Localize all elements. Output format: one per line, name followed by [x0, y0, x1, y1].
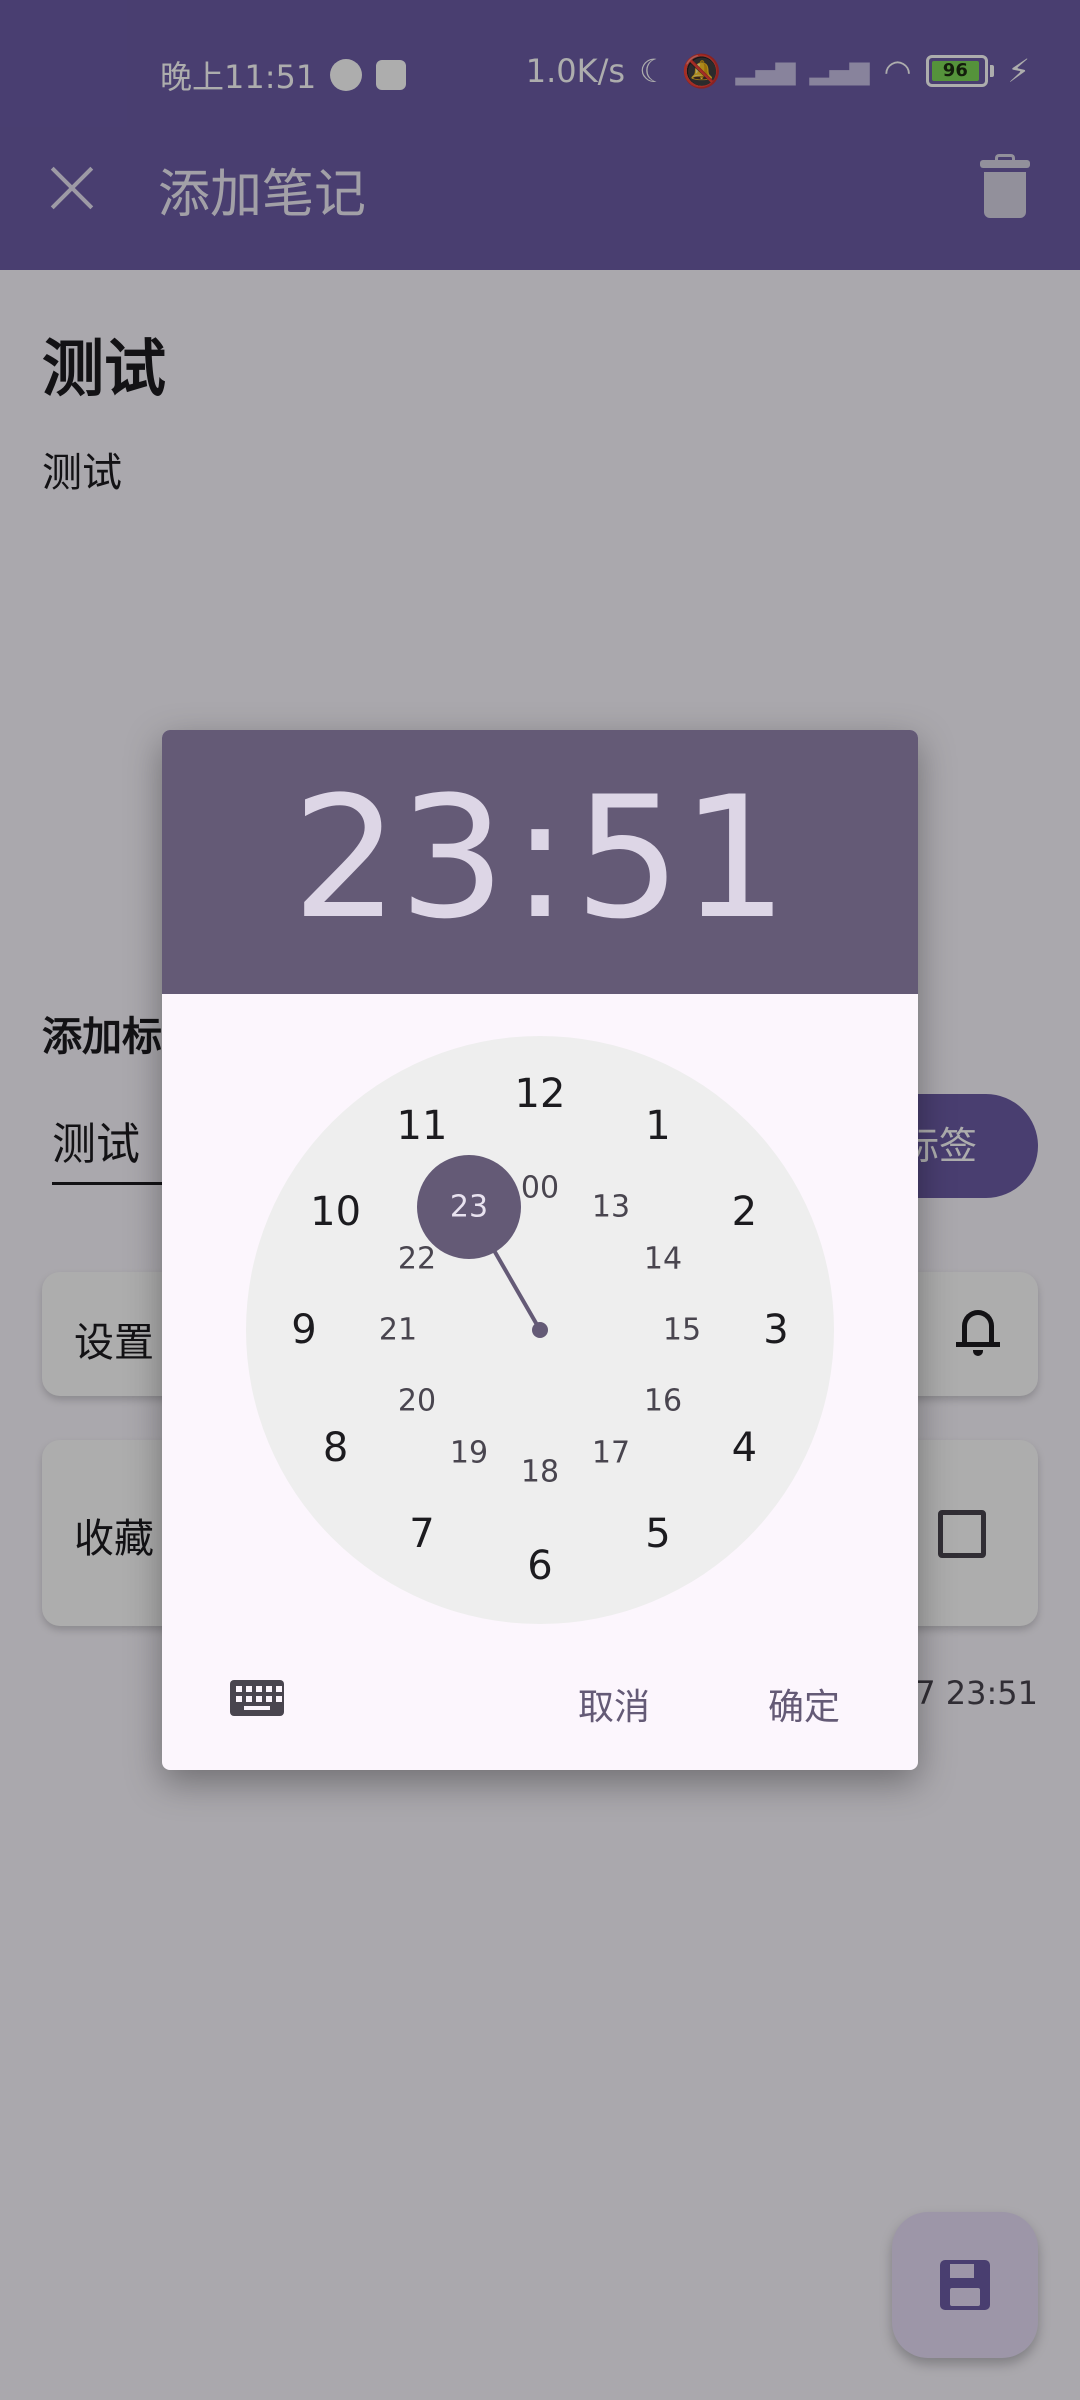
clock-number-00[interactable]: 00 — [500, 1171, 580, 1206]
clock-number-16[interactable]: 16 — [623, 1384, 703, 1419]
clock-number-22[interactable]: 22 — [377, 1242, 457, 1277]
clock-number-17[interactable]: 17 — [571, 1435, 651, 1470]
ok-button[interactable]: 确定 — [756, 1670, 852, 1738]
clock-number-5[interactable]: 5 — [618, 1511, 698, 1557]
clock-number-13[interactable]: 13 — [571, 1190, 651, 1225]
time-picker-header: 23:51 — [162, 730, 918, 994]
cancel-button[interactable]: 取消 — [566, 1670, 662, 1738]
time-display: 23:51 — [162, 768, 918, 948]
minute-display[interactable]: 51 — [574, 768, 788, 948]
clock-number-6[interactable]: 6 — [500, 1543, 580, 1589]
clock-number-9[interactable]: 9 — [264, 1307, 344, 1353]
time-picker-dialog: 23:51 12 1 2 3 4 5 6 7 8 9 10 11 00 13 14 15 16 17 18 19 20 2… — [162, 730, 918, 1770]
clock-number-7[interactable]: 7 — [382, 1511, 462, 1557]
clock-number-2[interactable]: 2 — [704, 1189, 784, 1235]
clock-number-1[interactable]: 1 — [618, 1103, 698, 1149]
clock-number-12[interactable]: 12 — [500, 1071, 580, 1117]
clock-number-11[interactable]: 11 — [382, 1103, 462, 1149]
hour-display[interactable]: 23 — [292, 768, 506, 948]
time-colon: : — [511, 760, 569, 956]
clock-number-4[interactable]: 4 — [704, 1425, 784, 1471]
clock-number-15[interactable]: 15 — [642, 1313, 722, 1348]
clock-number-19[interactable]: 19 — [429, 1435, 509, 1470]
clock-number-10[interactable]: 10 — [296, 1189, 376, 1235]
clock-number-20[interactable]: 20 — [377, 1384, 457, 1419]
clock-number-18[interactable]: 18 — [500, 1455, 580, 1490]
clock-number-23[interactable]: 23 — [429, 1190, 509, 1225]
clock-number-21[interactable]: 21 — [358, 1313, 438, 1348]
clock-number-14[interactable]: 14 — [623, 1242, 703, 1277]
clock-center — [532, 1322, 548, 1338]
clock-face[interactable]: 12 1 2 3 4 5 6 7 8 9 10 11 00 13 14 15 16 17 18 19 20 21 22 23 — [246, 1036, 834, 1624]
clock-number-3[interactable]: 3 — [736, 1307, 816, 1353]
keyboard-icon[interactable] — [230, 1680, 284, 1716]
clock-number-8[interactable]: 8 — [296, 1425, 376, 1471]
